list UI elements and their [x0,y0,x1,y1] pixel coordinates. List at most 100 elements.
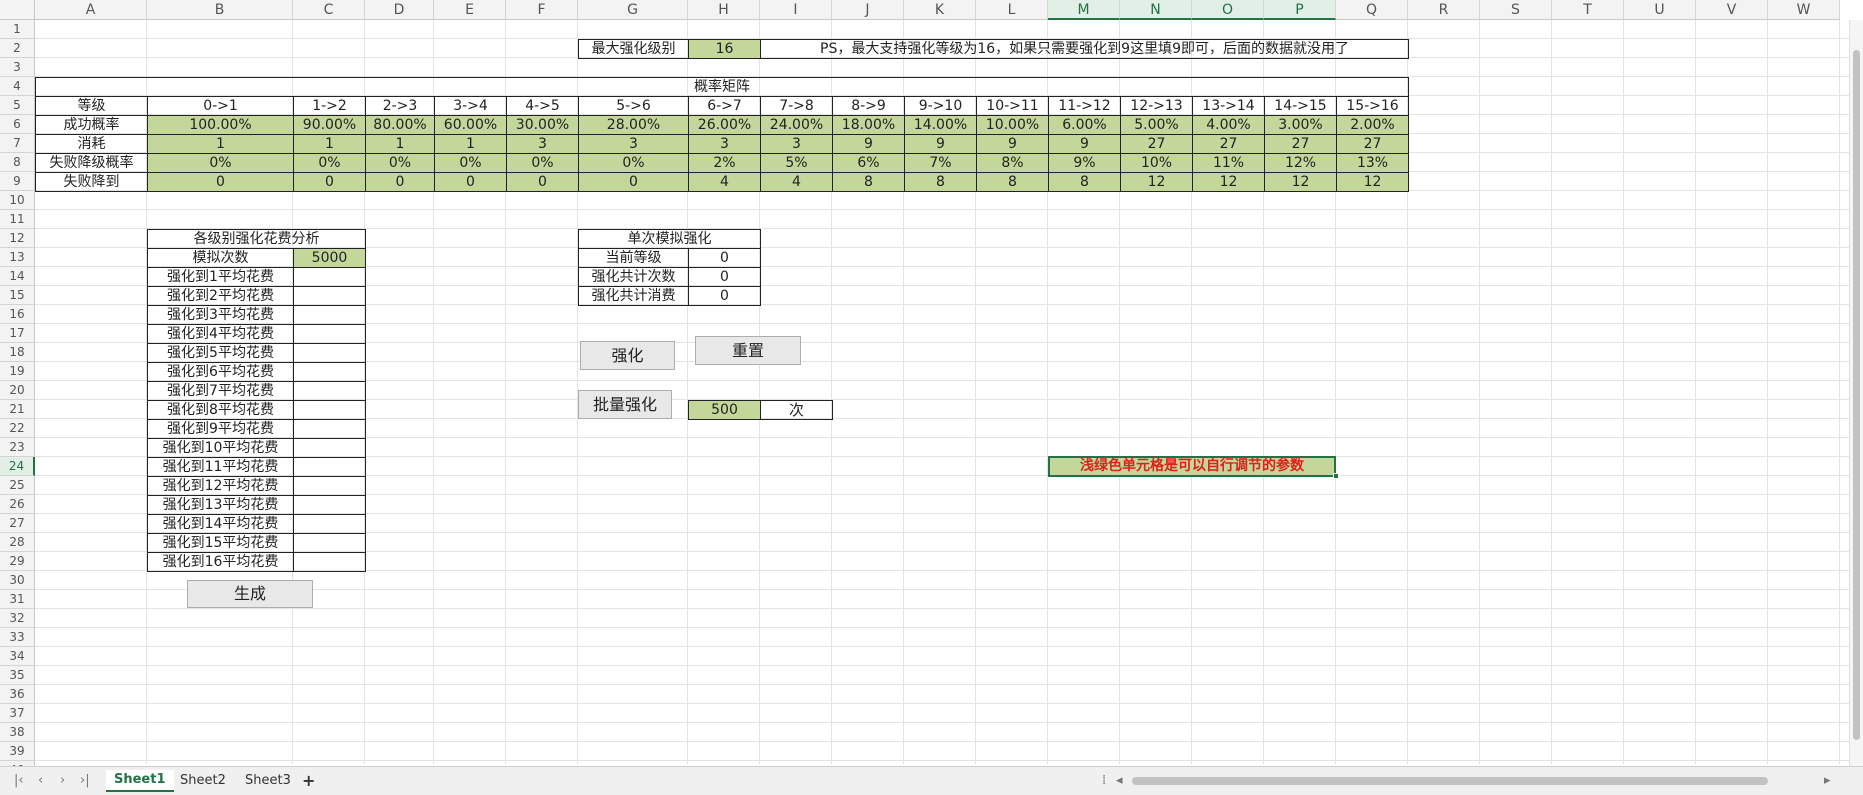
column-header-a[interactable]: A [35,0,147,20]
fail-down-to-cell[interactable]: 0 [147,172,294,192]
row-header-27[interactable]: 27 [0,514,35,533]
success-rate-cell[interactable]: 30.00% [506,115,579,135]
success-rate-cell[interactable]: 14.00% [904,115,977,135]
row-header-35[interactable]: 35 [0,666,35,685]
avg-cost-value[interactable] [293,400,366,420]
first-sheet-icon[interactable]: |‹ [14,773,24,788]
enhance-button[interactable]: 强化 [580,341,675,370]
cost-cell[interactable]: 27 [1120,134,1193,154]
fail-down-to-cell[interactable]: 8 [832,172,905,192]
sim-count-input[interactable]: 5000 [293,248,366,268]
cost-cell[interactable]: 1 [293,134,366,154]
generate-button[interactable]: 生成 [187,580,313,608]
row-header-17[interactable]: 17 [0,324,35,343]
fail-down-to-cell[interactable]: 12 [1192,172,1265,192]
column-header-v[interactable]: V [1696,0,1768,20]
fail-down-to-cell[interactable]: 4 [688,172,761,192]
fail-down-to-cell[interactable]: 12 [1336,172,1409,192]
tab-sheet2[interactable]: Sheet2 [180,771,226,791]
fail-down-rate-cell[interactable]: 11% [1192,153,1265,173]
success-rate-cell[interactable]: 90.00% [293,115,366,135]
row-header-19[interactable]: 19 [0,362,35,381]
fail-down-rate-cell[interactable]: 10% [1120,153,1193,173]
row-header-29[interactable]: 29 [0,552,35,571]
column-header-w[interactable]: W [1768,0,1840,20]
column-header-d[interactable]: D [365,0,434,20]
max-level-input[interactable]: 16 [688,39,761,59]
column-header-c[interactable]: C [293,0,365,20]
avg-cost-value[interactable] [293,495,366,515]
column-header-b[interactable]: B [147,0,293,20]
cost-cell[interactable]: 9 [904,134,977,154]
fail-down-to-cell[interactable]: 0 [434,172,507,192]
row-header-4[interactable]: 4 [0,77,35,96]
avg-cost-value[interactable] [293,267,366,287]
column-header-g[interactable]: G [578,0,688,20]
fail-down-rate-cell[interactable]: 0% [434,153,507,173]
fail-down-to-cell[interactable]: 12 [1264,172,1337,192]
row-header-39[interactable]: 39 [0,742,35,761]
fail-down-to-cell[interactable]: 8 [976,172,1049,192]
fail-down-rate-cell[interactable]: 2% [688,153,761,173]
cost-cell[interactable]: 9 [832,134,905,154]
row-header-10[interactable]: 10 [0,191,35,210]
column-header-t[interactable]: T [1552,0,1624,20]
column-header-f[interactable]: F [506,0,578,20]
column-header-j[interactable]: J [832,0,904,20]
cost-cell[interactable]: 3 [688,134,761,154]
success-rate-cell[interactable]: 2.00% [1336,115,1409,135]
row-header-14[interactable]: 14 [0,267,35,286]
row-header-7[interactable]: 7 [0,134,35,153]
avg-cost-value[interactable] [293,362,366,382]
row-header-5[interactable]: 5 [0,96,35,115]
row-header-18[interactable]: 18 [0,343,35,362]
success-rate-cell[interactable]: 10.00% [976,115,1049,135]
fail-down-rate-cell[interactable]: 9% [1048,153,1121,173]
row-header-20[interactable]: 20 [0,381,35,400]
row-header-2[interactable]: 2 [0,39,35,58]
avg-cost-value[interactable] [293,381,366,401]
column-header-s[interactable]: S [1480,0,1552,20]
column-header-r[interactable]: R [1408,0,1480,20]
cost-cell[interactable]: 27 [1192,134,1265,154]
fail-down-rate-cell[interactable]: 6% [832,153,905,173]
column-header-n[interactable]: N [1120,0,1192,20]
success-rate-cell[interactable]: 4.00% [1192,115,1265,135]
fail-down-rate-cell[interactable]: 5% [760,153,833,173]
fail-down-to-cell[interactable]: 8 [904,172,977,192]
avg-cost-value[interactable] [293,457,366,477]
row-header-23[interactable]: 23 [0,438,35,457]
column-header-p[interactable]: P [1264,0,1336,20]
avg-cost-value[interactable] [293,438,366,458]
fail-down-rate-cell[interactable]: 0% [578,153,689,173]
cost-cell[interactable]: 9 [976,134,1049,154]
fail-down-rate-cell[interactable]: 0% [293,153,366,173]
tab-sheet1[interactable]: Sheet1 [106,770,174,792]
avg-cost-value[interactable] [293,552,366,572]
cost-cell[interactable]: 3 [760,134,833,154]
select-all-corner[interactable] [0,0,35,20]
column-header-i[interactable]: I [760,0,832,20]
avg-cost-value[interactable] [293,514,366,534]
cost-cell[interactable]: 1 [434,134,507,154]
column-header-o[interactable]: O [1192,0,1264,20]
fail-down-rate-cell[interactable]: 12% [1264,153,1337,173]
selection-fill-handle[interactable] [1333,473,1339,479]
success-rate-cell[interactable]: 28.00% [578,115,689,135]
row-header-37[interactable]: 37 [0,704,35,723]
row-header-31[interactable]: 31 [0,590,35,609]
fail-down-to-cell[interactable]: 12 [1120,172,1193,192]
avg-cost-value[interactable] [293,533,366,553]
last-sheet-icon[interactable]: ›| [80,773,90,788]
success-rate-cell[interactable]: 6.00% [1048,115,1121,135]
avg-cost-value[interactable] [293,324,366,344]
batch-enhance-button[interactable]: 批量强化 [578,390,672,419]
avg-cost-value[interactable] [293,286,366,306]
tab-sheet3[interactable]: Sheet3 [245,771,291,791]
row-header-38[interactable]: 38 [0,723,35,742]
cost-cell[interactable]: 3 [578,134,689,154]
row-header-36[interactable]: 36 [0,685,35,704]
row-header-30[interactable]: 30 [0,571,35,590]
cost-cell[interactable]: 1 [147,134,294,154]
success-rate-cell[interactable]: 18.00% [832,115,905,135]
